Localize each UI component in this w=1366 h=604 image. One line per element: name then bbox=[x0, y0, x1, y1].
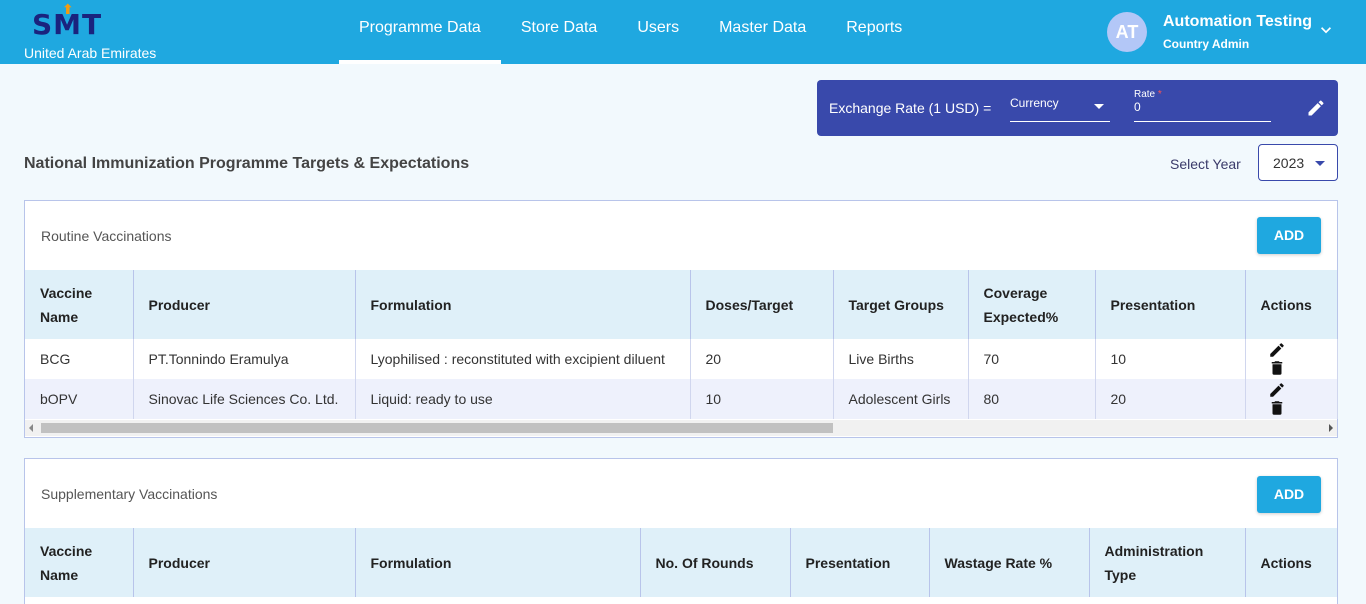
scrollbar-thumb[interactable] bbox=[41, 423, 833, 433]
table-row: BCG PT.Tonnindo Eramulya Lyophilised : r… bbox=[25, 339, 1338, 379]
table-cell: Sinovac Life Sciences Co. Ltd. bbox=[133, 379, 356, 419]
edit-pencil-icon[interactable] bbox=[1306, 98, 1326, 118]
table-cell: BCG bbox=[25, 339, 134, 379]
supplementary-vaccinations-card: Supplementary Vaccinations ADD Vaccine N… bbox=[24, 458, 1338, 604]
column-header: Producer bbox=[133, 528, 356, 597]
user-role: Country Admin bbox=[1163, 37, 1250, 51]
page-title: National Immunization Programme Targets … bbox=[24, 155, 470, 172]
routine-table: Vaccine Name Producer Formulation Doses/… bbox=[25, 270, 1338, 419]
horizontal-scrollbar[interactable] bbox=[25, 420, 1337, 436]
column-header: Presentation bbox=[1095, 270, 1246, 339]
country-name: United Arab Emirates bbox=[24, 45, 157, 61]
caret-down-icon bbox=[1315, 161, 1325, 166]
add-supplementary-button[interactable]: ADD bbox=[1257, 476, 1321, 513]
table-cell: 20 bbox=[1095, 379, 1246, 419]
year-select[interactable]: 2023 bbox=[1258, 144, 1338, 181]
currency-select-label: Currency bbox=[1010, 96, 1059, 110]
rate-field-label: Rate * bbox=[1134, 89, 1162, 100]
supplementary-card-title: Supplementary Vaccinations bbox=[41, 486, 218, 502]
table-header-row: Vaccine Name Producer Formulation Doses/… bbox=[25, 270, 1338, 339]
smt-logo[interactable]: SMT ⬆ bbox=[32, 2, 102, 41]
delete-trash-icon[interactable] bbox=[1268, 359, 1286, 377]
exchange-rate-panel: Exchange Rate (1 USD) = Currency Rate * … bbox=[817, 80, 1338, 136]
edit-pencil-icon[interactable] bbox=[1268, 341, 1286, 359]
column-header: Formulation bbox=[355, 528, 641, 597]
column-header: Presentation bbox=[790, 528, 930, 597]
table-cell: bOPV bbox=[25, 379, 134, 419]
scroll-right-arrow-icon[interactable] bbox=[1329, 424, 1333, 432]
column-header: No. Of Rounds bbox=[640, 528, 791, 597]
table-row: bOPV Sinovac Life Sciences Co. Ltd. Liqu… bbox=[25, 379, 1338, 419]
column-header: Administration Type bbox=[1089, 528, 1246, 597]
required-marker: * bbox=[1157, 89, 1162, 100]
table-cell: Lyophilised : reconstituted with excipie… bbox=[355, 339, 691, 379]
table-cell: Live Births bbox=[833, 339, 969, 379]
nav-programme-data[interactable]: Programme Data bbox=[339, 0, 501, 64]
scroll-left-arrow-icon[interactable] bbox=[29, 424, 33, 432]
page-scrollbar-track[interactable] bbox=[1359, 64, 1366, 604]
exchange-rate-label: Exchange Rate (1 USD) = bbox=[829, 100, 992, 116]
supplementary-table: Vaccine Name Producer Formulation No. Of… bbox=[25, 528, 1338, 597]
column-header: Actions bbox=[1245, 528, 1338, 597]
table-cell: 70 bbox=[968, 339, 1096, 379]
column-header: Producer bbox=[133, 270, 356, 339]
logo-arrow-icon: ⬆ bbox=[62, 2, 75, 18]
table-cell: 10 bbox=[690, 379, 834, 419]
main-nav: Programme Data Store Data Users Master D… bbox=[339, 0, 922, 64]
edit-pencil-icon[interactable] bbox=[1268, 381, 1286, 399]
routine-card-title: Routine Vaccinations bbox=[41, 228, 172, 244]
column-header: Coverage Expected% bbox=[968, 270, 1096, 339]
column-header: Vaccine Name bbox=[25, 270, 134, 339]
column-header: Wastage Rate % bbox=[929, 528, 1090, 597]
nav-users[interactable]: Users bbox=[617, 0, 699, 64]
column-header: Formulation bbox=[355, 270, 691, 339]
column-header: Doses/Target bbox=[690, 270, 834, 339]
nav-master-data[interactable]: Master Data bbox=[699, 0, 826, 64]
user-name[interactable]: Automation Testing bbox=[1163, 13, 1312, 31]
table-cell: Liquid: ready to use bbox=[355, 379, 691, 419]
actions-cell bbox=[1245, 379, 1338, 419]
top-app-bar: SMT ⬆ United Arab Emirates Programme Dat… bbox=[0, 0, 1366, 64]
actions-cell bbox=[1245, 339, 1338, 379]
column-header: Actions bbox=[1245, 270, 1338, 339]
delete-trash-icon[interactable] bbox=[1268, 399, 1286, 417]
column-header: Target Groups bbox=[833, 270, 969, 339]
table-cell: 80 bbox=[968, 379, 1096, 419]
table-cell: 10 bbox=[1095, 339, 1246, 379]
user-avatar[interactable]: AT bbox=[1107, 12, 1147, 52]
rate-input[interactable]: 0 bbox=[1134, 100, 1271, 122]
column-header: Vaccine Name bbox=[25, 528, 134, 597]
table-cell: Adolescent Girls bbox=[833, 379, 969, 419]
add-routine-button[interactable]: ADD bbox=[1257, 217, 1321, 254]
table-cell: 20 bbox=[690, 339, 834, 379]
nav-store-data[interactable]: Store Data bbox=[501, 0, 617, 64]
currency-select[interactable]: Currency bbox=[1010, 96, 1110, 122]
caret-down-icon bbox=[1094, 104, 1104, 109]
year-select-value: 2023 bbox=[1273, 155, 1305, 171]
chevron-down-icon[interactable] bbox=[1316, 20, 1336, 40]
select-year-label: Select Year bbox=[1170, 156, 1241, 172]
routine-vaccinations-card: Routine Vaccinations ADD Vaccine Name Pr… bbox=[24, 200, 1338, 438]
rate-label-text: Rate bbox=[1134, 89, 1156, 100]
nav-reports[interactable]: Reports bbox=[826, 0, 922, 64]
table-header-row: Vaccine Name Producer Formulation No. Of… bbox=[25, 528, 1338, 597]
table-cell: PT.Tonnindo Eramulya bbox=[133, 339, 356, 379]
